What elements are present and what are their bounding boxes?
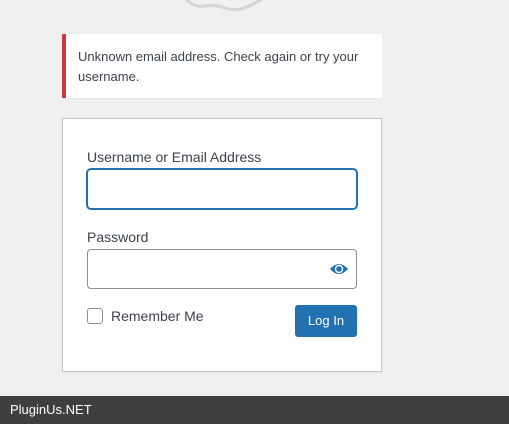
eye-icon — [330, 264, 348, 274]
username-input[interactable] — [87, 169, 357, 209]
login-form: Username or Email Address Password Remem… — [62, 118, 382, 372]
footer-bar: PluginUs.NET — [0, 396, 509, 424]
username-label: Username or Email Address — [87, 149, 262, 165]
remember-me-label: Remember Me — [111, 308, 204, 324]
password-label: Password — [87, 229, 149, 245]
error-message: Unknown email address. Check again or tr… — [78, 49, 359, 84]
remember-me-checkbox[interactable] — [87, 308, 103, 324]
login-error-notice: Unknown email address. Check again or tr… — [62, 34, 382, 98]
site-logo[interactable] — [185, 0, 263, 12]
password-input[interactable] — [87, 249, 357, 289]
login-button[interactable]: Log In — [295, 305, 357, 337]
show-password-button[interactable] — [321, 251, 357, 287]
remember-me-option[interactable]: Remember Me — [87, 307, 204, 325]
footer-brand: PluginUs.NET — [10, 402, 92, 417]
